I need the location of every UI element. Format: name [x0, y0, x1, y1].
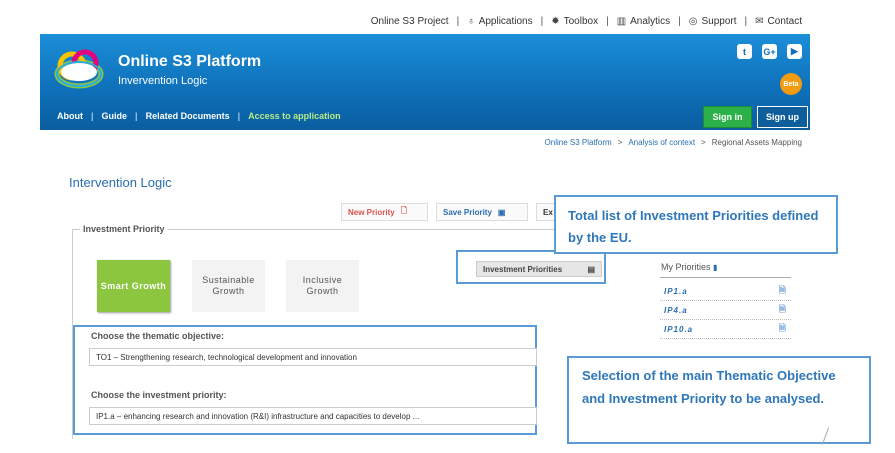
inclusive-growth-tab[interactable]: Inclusive Growth: [286, 260, 359, 312]
save-priority-label: Save Priority: [443, 207, 492, 217]
my-priorities-label: My Priorities: [661, 262, 711, 272]
document-icon[interactable]: 🗎: [779, 283, 787, 299]
my-priorities-title: My Priorities ▮: [661, 262, 717, 272]
social-links: t G+ ▶: [737, 44, 802, 59]
priority-item-label: IP4.a: [664, 305, 688, 315]
lifebuoy-icon: ◎: [688, 15, 698, 27]
bar-chart-icon: ▥: [616, 15, 627, 27]
callout-selection: Selection of the main Thematic Objective…: [567, 356, 871, 444]
topnav-support-label: Support: [701, 15, 737, 27]
thematic-objective-label: Choose the thematic objective:: [91, 331, 225, 341]
main-menu: About | Guide | Related Documents | Acce…: [57, 111, 349, 121]
priority-item-label: IP1.a: [664, 286, 688, 296]
platform-title: Online S3 Platform: [118, 53, 262, 70]
investment-priorities-label: Investment Priorities: [483, 264, 563, 274]
sustainable-growth-tab[interactable]: Sustainable Growth: [192, 260, 265, 312]
breadcrumb-analysis[interactable]: Analysis of context: [628, 138, 695, 147]
top-navigation: Online S3 Project | ♁ Applications | ✹ T…: [40, 10, 810, 32]
priority-item[interactable]: IP10.a 🗎: [660, 320, 791, 339]
topnav-support-link[interactable]: ◎ Support: [681, 16, 745, 27]
breadcrumb-separator: >: [701, 138, 706, 147]
investment-priority-label: Choose the investment priority:: [91, 390, 227, 400]
thematic-objective-select[interactable]: TO1 – Strengthening research, technologi…: [89, 348, 537, 366]
topnav-toolbox-link[interactable]: ✹ Toolbox: [543, 16, 606, 27]
topnav-applications-link[interactable]: ♁ Applications: [459, 16, 540, 27]
investment-priorities-button[interactable]: Investment Priorities ▤: [476, 261, 602, 277]
my-priorities-divider: [660, 277, 791, 278]
breadcrumb: Online S3 Platform > Analysis of context…: [545, 138, 802, 147]
sign-up-button[interactable]: Sign up: [757, 106, 808, 128]
callout-total-list: Total list of Investment Priorities defi…: [554, 195, 838, 254]
smart-growth-tab[interactable]: Smart Growth: [97, 260, 170, 312]
topnav-analytics-link[interactable]: ▥ Analytics: [609, 16, 678, 27]
menu-guide[interactable]: Guide: [94, 111, 136, 121]
document-icon[interactable]: 🗎: [779, 302, 787, 318]
youtube-icon[interactable]: ▶: [787, 44, 802, 59]
topnav-contact-link[interactable]: ✉ Contact: [747, 16, 810, 27]
pdf-icon: 🗋: [400, 206, 408, 215]
investment-priority-select[interactable]: IP1.a – enhancing research and innovatio…: [89, 407, 537, 425]
menu-related-documents[interactable]: Related Documents: [138, 111, 238, 121]
document-icon[interactable]: 🗎: [779, 321, 787, 337]
priority-item-label: IP10.a: [664, 324, 694, 334]
save-priority-button[interactable]: Save Priority ▣: [436, 203, 528, 221]
platform-subtitle: Invervention Logic: [118, 75, 208, 87]
breadcrumb-current: Regional Assets Mapping: [711, 138, 802, 147]
breadcrumb-home[interactable]: Online S3 Platform: [545, 138, 612, 147]
menu-about[interactable]: About: [57, 111, 91, 121]
header-banner: Online S3 Platform Invervention Logic t …: [40, 34, 810, 130]
new-priority-label: New Priority: [348, 207, 395, 217]
priority-item[interactable]: IP4.a 🗎: [660, 301, 791, 320]
fieldset-legend: Investment Priority: [80, 224, 168, 234]
topnav-toolbox-label: Toolbox: [563, 15, 599, 27]
gear-icon: ✹: [551, 15, 560, 27]
lightbulb-icon: ♁: [467, 15, 475, 27]
priority-item[interactable]: IP1.a 🗎: [660, 282, 791, 301]
envelope-icon: ✉: [755, 15, 764, 27]
topnav-contact-label: Contact: [767, 15, 802, 27]
breadcrumb-separator: >: [617, 138, 623, 147]
page-title: Intervention Logic: [69, 175, 172, 190]
sign-in-button[interactable]: Sign in: [703, 106, 752, 128]
floppy-disk-icon: ▣: [497, 207, 506, 217]
twitter-icon[interactable]: t: [737, 44, 752, 59]
signal-bars-icon: ▮: [713, 263, 718, 272]
menu-access-application[interactable]: Access to application: [240, 111, 349, 121]
beta-badge: Beta: [780, 73, 802, 95]
new-priority-button[interactable]: New Priority 🗋: [341, 203, 428, 221]
topnav-applications-label: Applications: [478, 15, 533, 27]
cloud-logo-icon[interactable]: [52, 48, 106, 90]
topnav-project-link[interactable]: Online S3 Project: [363, 16, 457, 27]
topnav-analytics-label: Analytics: [630, 15, 671, 27]
google-plus-icon[interactable]: G+: [762, 44, 777, 59]
list-icon: ▤: [587, 264, 595, 274]
export-label: Ex: [543, 207, 553, 217]
